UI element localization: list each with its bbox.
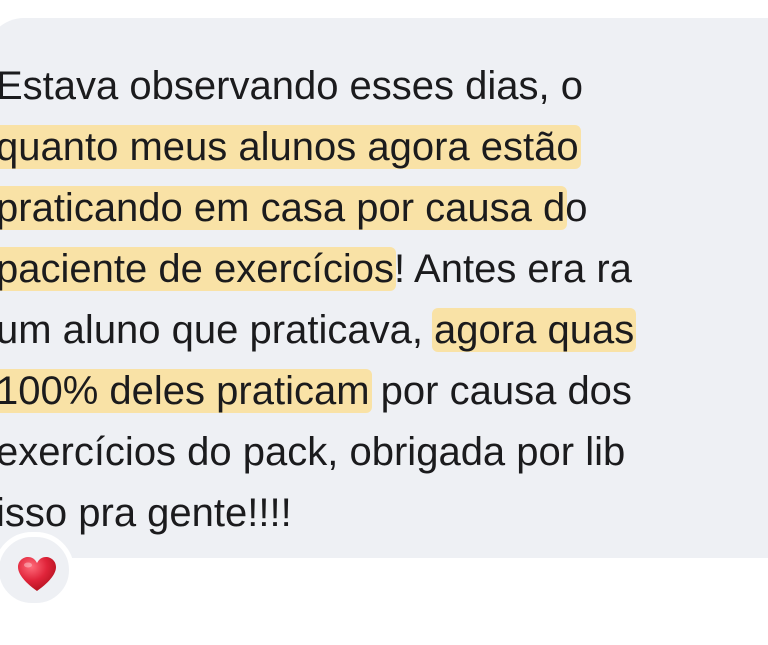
reaction-badge[interactable] bbox=[0, 532, 74, 608]
text-run: isso pra gente!!!! bbox=[0, 491, 292, 535]
text-run: um aluno que praticava, bbox=[0, 308, 435, 352]
chat-screen: Estava observando esses dias, o quanto m… bbox=[0, 0, 768, 645]
highlighted-text: agora quas bbox=[432, 308, 637, 352]
highlighted-text: paciente de exercícios bbox=[0, 247, 397, 291]
heart-shine bbox=[24, 562, 32, 568]
message-line: 100% deles praticam por causa dos bbox=[0, 361, 634, 422]
text-run: Estava observando esses dias, o bbox=[0, 64, 584, 108]
message-line: praticando em casa por causa do bbox=[0, 178, 634, 239]
highlighted-text: quanto meus alunos agora estão bbox=[0, 125, 581, 169]
message-line: quanto meus alunos agora estão bbox=[0, 117, 634, 178]
text-run: por causa dos bbox=[369, 369, 632, 413]
message-text: Estava observando esses dias, o quanto m… bbox=[0, 56, 637, 544]
message-line: Estava observando esses dias, o bbox=[0, 56, 634, 117]
highlighted-text: praticando em casa por causa d bbox=[0, 186, 568, 230]
message-line: isso pra gente!!!! bbox=[0, 483, 634, 544]
message-line: paciente de exercícios! Antes era ra bbox=[0, 239, 634, 300]
highlighted-text: 100% deles praticam bbox=[0, 369, 372, 413]
text-run: exercícios do pack, obrigada por lib bbox=[0, 430, 626, 474]
message-bubble[interactable]: Estava observando esses dias, o quanto m… bbox=[0, 18, 768, 558]
message-line: um aluno que praticava, agora quas bbox=[0, 300, 637, 361]
message-line: exercícios do pack, obrigada por lib bbox=[0, 422, 634, 483]
heart-icon bbox=[18, 557, 56, 591]
text-run: ! Antes era ra bbox=[394, 247, 632, 291]
text-run: o bbox=[565, 186, 588, 230]
heart-shape bbox=[18, 557, 56, 591]
